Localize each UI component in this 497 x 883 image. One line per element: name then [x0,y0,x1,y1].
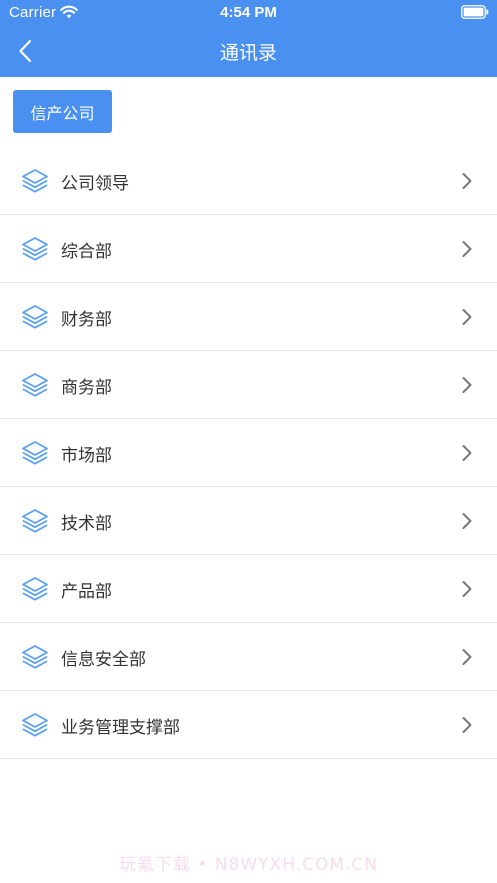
department-label: 财务部 [61,310,112,330]
layers-icon [22,441,48,465]
department-item[interactable]: 产品部 [0,555,497,623]
watermark: 玩氪下载 • N8WYXH.COM.CN [118,855,378,875]
department-label: 商务部 [61,378,112,398]
chevron-right-icon [462,309,472,325]
department-label: 公司领导 [61,174,129,194]
department-label: 信息安全部 [61,650,146,670]
department-label: 综合部 [61,242,112,262]
department-item[interactable]: 财务部 [0,283,497,351]
chevron-right-icon [462,445,472,461]
chevron-right-icon [462,513,472,529]
department-label: 业务管理支撑部 [61,718,180,738]
chevron-right-icon [462,377,472,393]
chevron-right-icon [462,581,472,597]
layers-icon [22,237,48,261]
department-item[interactable]: 综合部 [0,215,497,283]
layers-icon [22,577,48,601]
layers-icon [22,509,48,533]
page-title: 通讯录 [219,42,277,64]
company-button[interactable]: 信产公司 [13,90,112,133]
department-list: 公司领导 综合部 财务部 商务部 市场部 技术部 产品部 信息安全部 业务管理支… [0,147,497,759]
department-item[interactable]: 市场部 [0,419,497,487]
layers-icon [22,373,48,397]
department-item[interactable]: 业务管理支撑部 [0,691,497,759]
department-label: 市场部 [61,446,112,466]
department-label: 技术部 [61,514,112,534]
layers-icon [22,645,48,669]
department-item[interactable]: 技术部 [0,487,497,555]
layers-icon [22,713,48,737]
layers-icon [22,169,48,193]
chevron-right-icon [462,717,472,733]
department-item[interactable]: 信息安全部 [0,623,497,691]
department-item[interactable]: 商务部 [0,351,497,419]
department-item[interactable]: 公司领导 [0,147,497,215]
header: Carrier 4:54 PM 通讯录 [0,0,497,77]
layers-icon [22,305,48,329]
department-label: 产品部 [61,582,112,602]
nav-bar: 通讯录 [0,26,497,77]
chevron-right-icon [462,241,472,257]
chevron-right-icon [462,173,472,189]
status-bar: Carrier 4:54 PM [0,0,497,26]
chevron-right-icon [462,649,472,665]
battery-icon [461,5,489,19]
status-time: 4:54 PM [220,4,277,21]
